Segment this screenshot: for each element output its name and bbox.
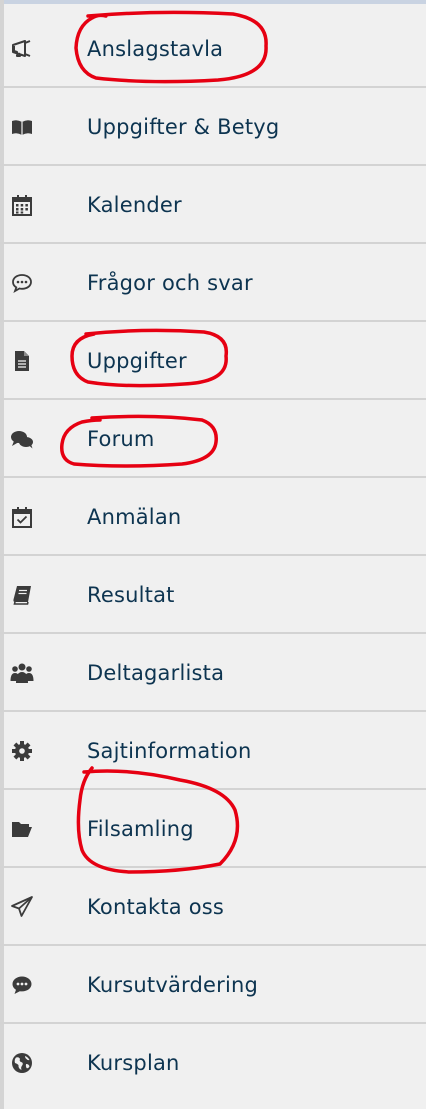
nav-item-kalender[interactable]: Kalender — [0, 166, 426, 244]
nav-item-label: Anslagstavla — [87, 37, 224, 61]
nav-item-kontakta-oss[interactable]: Kontakta oss — [0, 868, 426, 946]
megaphone-icon — [10, 37, 34, 61]
nav-item-anslagstavla[interactable]: Anslagstavla — [0, 10, 426, 88]
nav-item-label: Uppgifter & Betyg — [87, 115, 280, 139]
nav-item-kursplan[interactable]: Kursplan — [0, 1024, 426, 1102]
nav-item-filsamling[interactable]: Filsamling — [0, 790, 426, 868]
chat-bubbles-icon — [10, 427, 34, 451]
nav-item-fragor-och-svar[interactable]: Frågor och svar — [0, 244, 426, 322]
document-icon — [10, 349, 34, 373]
nav-item-label: Kalender — [87, 193, 182, 217]
nav-item-uppgifter[interactable]: Uppgifter — [0, 322, 426, 400]
nav-item-label: Uppgifter — [87, 349, 187, 373]
nav-item-label: Kursplan — [87, 1051, 180, 1075]
nav-item-label: Resultat — [87, 583, 175, 607]
course-navigation-menu: Anslagstavla Uppgifter & Betyg Kalender … — [0, 10, 426, 1102]
paper-plane-icon — [10, 895, 34, 919]
nav-item-label: Kontakta oss — [87, 895, 225, 919]
calendar-check-icon — [10, 505, 34, 529]
nav-item-anmalan[interactable]: Anmälan — [0, 478, 426, 556]
nav-item-uppgifter-betyg[interactable]: Uppgifter & Betyg — [0, 88, 426, 166]
open-book-icon — [10, 115, 34, 139]
users-icon — [10, 661, 34, 685]
nav-item-label: Sajtinformation — [87, 739, 252, 763]
nav-item-label: Forum — [87, 427, 155, 451]
nav-item-kursutvardering[interactable]: Kursutvärdering — [0, 946, 426, 1024]
nav-item-label: Deltagarlista — [87, 661, 225, 685]
speech-bubble-dots-icon — [10, 271, 34, 295]
top-border — [0, 0, 426, 4]
book-icon — [10, 583, 34, 607]
globe-icon — [10, 1051, 34, 1075]
calendar-icon — [10, 193, 34, 217]
nav-item-label: Anmälan — [87, 505, 182, 529]
nav-item-label: Filsamling — [87, 817, 194, 841]
folder-open-icon — [10, 817, 34, 841]
nav-item-forum[interactable]: Forum — [0, 400, 426, 478]
nav-item-label: Kursutvärdering — [87, 973, 259, 997]
comment-dots-icon — [10, 973, 34, 997]
nav-item-resultat[interactable]: Resultat — [0, 556, 426, 634]
gear-icon — [10, 739, 34, 763]
nav-item-label: Frågor och svar — [87, 271, 253, 295]
nav-item-sajtinformation[interactable]: Sajtinformation — [0, 712, 426, 790]
nav-item-deltagarlista[interactable]: Deltagarlista — [0, 634, 426, 712]
